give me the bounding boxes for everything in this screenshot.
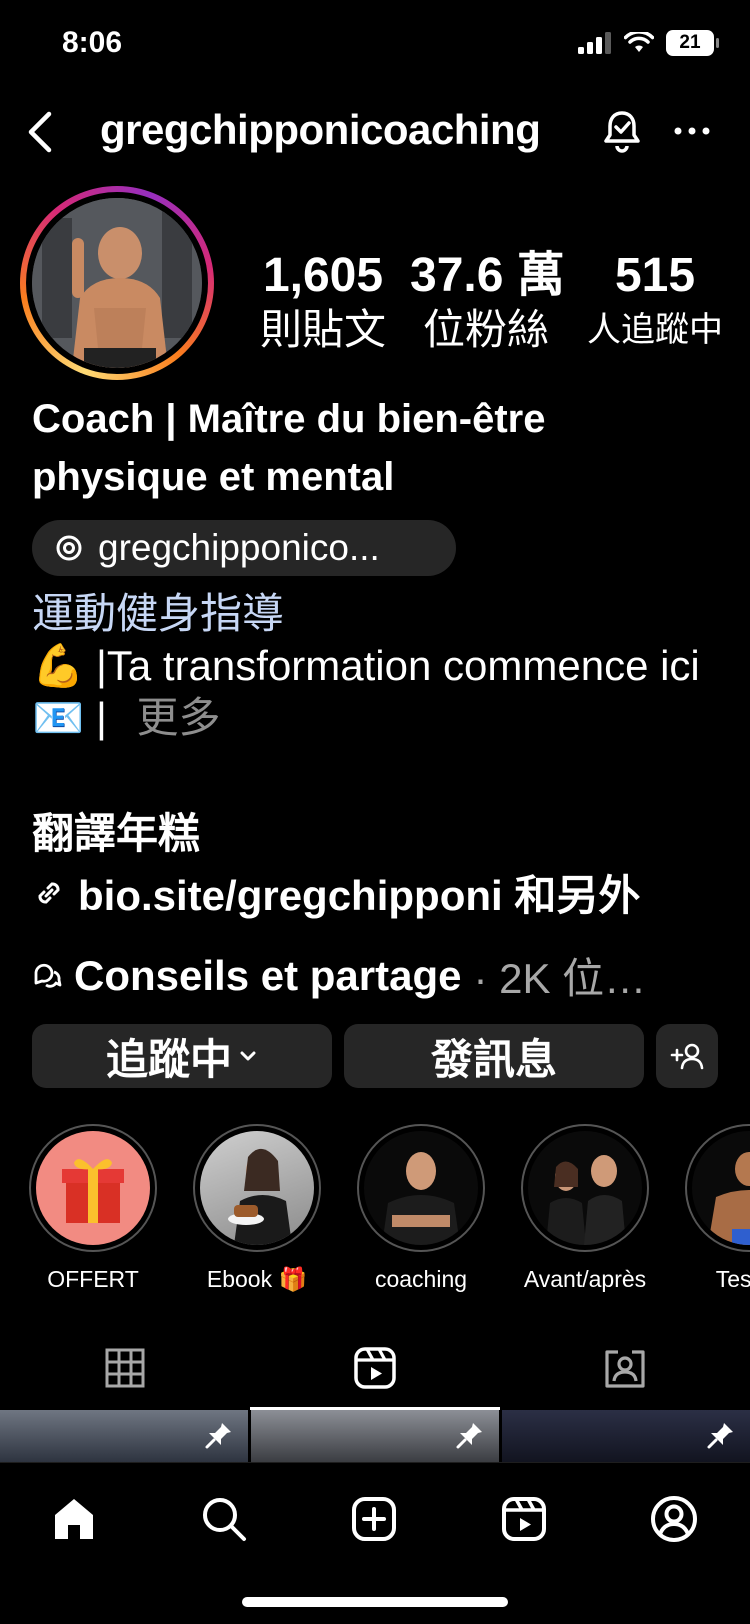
- followers-stat[interactable]: 37.6 萬 位粉絲: [410, 248, 565, 356]
- profile-username: gregchipponicoaching: [100, 106, 541, 153]
- message-button[interactable]: 發訊息: [344, 1024, 644, 1088]
- nav-create[interactable]: [344, 1489, 404, 1549]
- bio-line: 💪 |Ta transformation commence ici: [32, 642, 700, 689]
- highlight-label: Tes co: [715, 1266, 750, 1292]
- profile-actions: 追蹤中 發訊息: [32, 1024, 718, 1088]
- signal-icon: [578, 32, 611, 54]
- following-label: 人追蹤中: [587, 311, 723, 349]
- bio-link-text: bio.site/gregchipponi 和另外: [78, 872, 641, 919]
- nav-profile[interactable]: [644, 1489, 704, 1549]
- more-options-button[interactable]: [668, 106, 716, 156]
- bio-link[interactable]: bio.site/gregchipponi 和另外: [32, 862, 640, 923]
- gift-icon: [36, 1131, 150, 1245]
- threads-badge[interactable]: gregchipponico...: [32, 520, 456, 576]
- status-time: 8:06: [62, 26, 123, 59]
- broadcast-channel[interactable]: Conseils et partage · 2K 位…: [32, 945, 646, 1006]
- reels-icon: [354, 1347, 396, 1389]
- home-indicator[interactable]: [242, 1597, 508, 1607]
- tab-tagged[interactable]: [500, 1326, 750, 1410]
- following-button[interactable]: 追蹤中: [32, 1024, 332, 1088]
- category-label: 運動健身指導: [32, 590, 285, 637]
- story-highlights: OFFERT Ebook 🎁 coaching Avant/après Tes: [28, 1124, 750, 1304]
- more-horizontal-icon: [674, 127, 710, 135]
- channel-meta: · 2K 位…: [473, 955, 647, 1002]
- nav-search[interactable]: [194, 1489, 254, 1549]
- avatar: [32, 198, 202, 368]
- following-count: 515: [614, 249, 696, 302]
- highlight-label: Avant/après: [523, 1266, 647, 1292]
- highlight-avant-apres[interactable]: Avant/après: [520, 1124, 650, 1293]
- reel-thumbnail[interactable]: [251, 1410, 499, 1462]
- more-link[interactable]: 更多: [137, 694, 221, 741]
- channel-name: Conseils et partage: [74, 951, 462, 999]
- nav-home[interactable]: [44, 1489, 104, 1549]
- highlight-label: coaching: [374, 1266, 468, 1292]
- wifi-icon: [624, 32, 654, 52]
- reel-thumbnail[interactable]: [0, 1410, 248, 1462]
- following-stat[interactable]: 515 人追蹤中: [580, 248, 730, 356]
- add-post-icon: [352, 1497, 396, 1541]
- add-user-icon: [670, 1043, 704, 1070]
- pin-icon: [707, 1423, 733, 1449]
- display-name: Coach | Maître du bien-être physique et …: [32, 397, 546, 499]
- followers-label: 位粉絲: [422, 306, 549, 353]
- followers-count: 37.6 萬: [410, 249, 565, 302]
- home-icon: [55, 1499, 93, 1539]
- posts-count: 1,605: [262, 249, 384, 302]
- highlight-label: Ebook 🎁: [206, 1266, 308, 1292]
- tagged-user-icon: [605, 1350, 645, 1388]
- bio-line-email: 📧 | 更多: [32, 692, 722, 744]
- tab-grid[interactable]: [0, 1326, 250, 1410]
- highlight-label: OFFERT: [47, 1266, 139, 1292]
- grid-icon: [105, 1348, 145, 1388]
- threads-icon: [56, 535, 82, 561]
- chevron-left-icon: [28, 111, 52, 153]
- battery-indicator: 21: [666, 30, 719, 56]
- message-label-text: 發訊息: [430, 1035, 557, 1083]
- following-label-text: 追蹤中: [105, 1035, 232, 1083]
- bio-line-2: 📧 |: [32, 694, 107, 741]
- profile-avatar-story-ring[interactable]: [20, 186, 214, 380]
- pin-icon: [205, 1423, 231, 1449]
- threads-handle: gregchipponico...: [98, 527, 380, 568]
- highlight-coaching[interactable]: coaching: [356, 1124, 486, 1293]
- status-bar: 8:06 21: [0, 0, 750, 90]
- highlight-offert[interactable]: OFFERT: [28, 1124, 158, 1293]
- notifications-button[interactable]: [598, 106, 646, 156]
- profile-icon: [651, 1496, 697, 1542]
- add-user-button[interactable]: [656, 1024, 718, 1088]
- reel-thumbnail[interactable]: [502, 1410, 750, 1462]
- bell-check-icon: [604, 111, 640, 153]
- nav-reels[interactable]: [494, 1489, 554, 1549]
- translate-link[interactable]: 翻譯年糕: [32, 800, 200, 861]
- posts-label: 則貼文: [259, 306, 386, 353]
- chevron-down-icon: [240, 1051, 256, 1061]
- back-button[interactable]: [16, 104, 64, 160]
- chat-bubbles-icon: [34, 963, 62, 988]
- highlight-tes-co[interactable]: Tes co: [684, 1124, 750, 1293]
- status-icons: 21: [578, 30, 719, 56]
- content-tabs: [0, 1326, 750, 1410]
- highlight-ebook[interactable]: Ebook 🎁: [192, 1124, 322, 1293]
- tab-reels[interactable]: [250, 1326, 500, 1410]
- reels-icon: [502, 1497, 546, 1541]
- posts-stat[interactable]: 1,605 則貼文: [258, 248, 388, 356]
- search-icon: [203, 1498, 246, 1541]
- bio: 運動健身指導 💪 |Ta transformation commence ici…: [32, 588, 722, 744]
- link-icon: [38, 882, 60, 903]
- profile-header: gregchipponicoaching: [0, 92, 750, 172]
- reels-grid: [0, 1410, 750, 1462]
- pin-icon: [456, 1423, 482, 1449]
